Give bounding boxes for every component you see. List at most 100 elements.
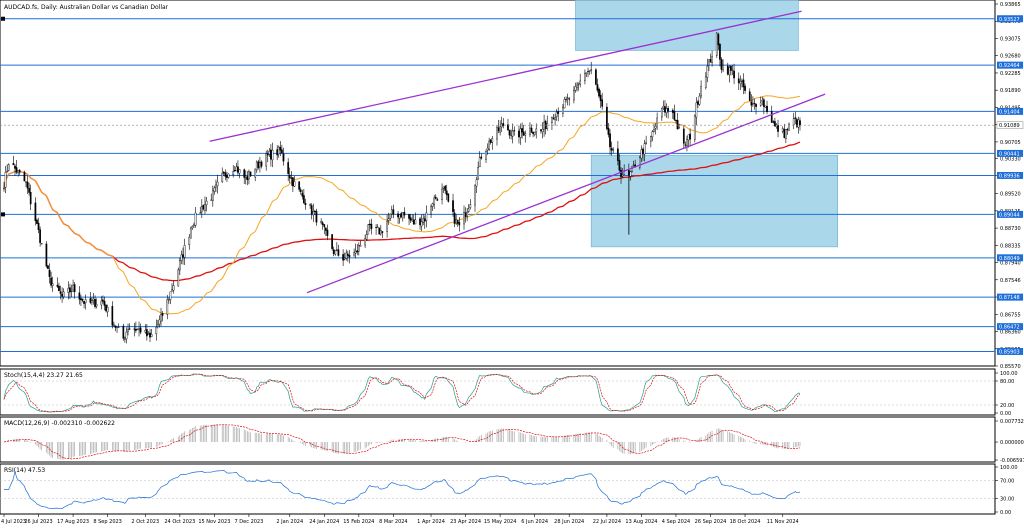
candle-body	[139, 327, 142, 333]
macd-pane[interactable]: MACD(12,26,9) -0.002310 -0.002622	[0, 416, 996, 463]
candle-body	[356, 250, 359, 253]
candle-body	[386, 221, 388, 232]
candle-body	[389, 213, 392, 219]
candle-body	[764, 105, 767, 108]
candle-body	[555, 111, 558, 117]
candle-body	[464, 212, 467, 217]
candle-body	[766, 105, 768, 112]
candle-body	[414, 219, 417, 225]
candle-body	[656, 117, 658, 126]
rsi-axis-label: 30.00	[1000, 497, 1014, 503]
price-axis-label: 0.92680	[1000, 54, 1021, 60]
candle-body	[565, 99, 567, 101]
trading-chart-window[interactable]: AUDCAD.fs, Daily: Australian Dollar vs C…	[0, 0, 1024, 526]
candle-body	[645, 142, 647, 144]
candle-body	[489, 139, 492, 143]
candle-body	[160, 314, 162, 322]
price-level-tag-label: 0.88049	[999, 256, 1020, 262]
candle-body	[34, 202, 37, 221]
candle-body	[629, 171, 632, 177]
candle-body	[4, 172, 7, 188]
candle-body	[279, 146, 282, 151]
candle-body	[17, 170, 19, 174]
candle-body	[392, 209, 395, 215]
candle-body	[281, 149, 283, 154]
price-axis-label: 0.90705	[1000, 140, 1021, 146]
candle-body	[171, 289, 173, 292]
candle-body	[748, 91, 751, 101]
candle-body	[763, 99, 765, 107]
candle-body	[45, 243, 48, 267]
candle-body	[651, 131, 654, 137]
candle-body	[511, 130, 514, 137]
candle-body	[466, 211, 469, 217]
stochastic-pane[interactable]: Stoch(15,4,4) 23.27 21.65	[0, 368, 996, 416]
candle-body	[122, 325, 125, 339]
candle-body	[667, 108, 669, 112]
candle-body	[354, 250, 357, 254]
candle-body	[612, 149, 615, 151]
candle-body	[62, 291, 65, 297]
candle-body	[150, 334, 153, 337]
candle-body	[301, 192, 304, 197]
candle-body	[709, 59, 712, 63]
candle-body	[785, 129, 787, 139]
date-axis-label: 6 Jun 2024	[521, 519, 548, 525]
candle-body	[169, 291, 172, 300]
candle-body	[486, 147, 489, 151]
candle-body	[161, 313, 164, 316]
price-pane[interactable]: AUDCAD.fs, Daily: Australian Dollar vs C…	[0, 0, 996, 367]
candle-body	[367, 224, 370, 235]
candle-body	[78, 292, 81, 300]
candle-body	[502, 123, 505, 126]
candle-body	[378, 227, 381, 235]
date-axis-label: 23 Apr 2024	[450, 519, 481, 525]
candle-body	[18, 169, 21, 173]
candle-body	[365, 234, 368, 240]
candle-body	[293, 181, 296, 187]
candle-body	[783, 128, 786, 138]
candle-body	[576, 84, 578, 88]
candle-body	[59, 291, 62, 294]
candle-body	[491, 137, 494, 143]
candle-body	[693, 115, 696, 140]
candle-body	[398, 214, 401, 219]
candle-body	[422, 218, 425, 223]
candle-body	[739, 80, 742, 84]
price-level-tag-label: 0.85903	[999, 349, 1020, 355]
candle-body	[588, 70, 591, 72]
date-axis-label: 15 May 2024	[484, 519, 517, 525]
rsi-title: RSI(14) 47.53	[4, 467, 45, 474]
candle-body	[469, 204, 472, 209]
chart-canvas[interactable]: AUDCAD.fs, Daily: Australian Dollar vs C…	[0, 0, 1024, 526]
candle-body	[348, 254, 351, 258]
candle-body	[599, 94, 602, 101]
candle-body	[434, 196, 437, 199]
candle-body	[14, 165, 16, 169]
candle-body	[463, 211, 465, 225]
date-axis-label: 4 Jul 2023	[1, 519, 26, 525]
candle-body	[643, 143, 646, 155]
candle-body	[314, 210, 316, 212]
candle-body	[574, 86, 577, 91]
candle-body	[390, 209, 393, 215]
price-axis-label: 0.93865	[1000, 2, 1021, 8]
candle-body	[290, 177, 293, 179]
candle-body	[444, 185, 447, 191]
candle-body	[497, 127, 500, 132]
candle-body	[708, 59, 710, 66]
candle-body	[37, 222, 40, 230]
candle-body	[675, 120, 677, 122]
candle-body	[61, 293, 63, 297]
candle-body	[387, 218, 390, 221]
candle-body	[287, 162, 290, 174]
candle-body	[442, 186, 445, 189]
candle-body	[157, 324, 159, 327]
candle-body	[400, 213, 403, 218]
candle-body	[149, 332, 151, 338]
candle-body	[423, 218, 426, 222]
candle-body	[521, 128, 523, 133]
candle-body	[799, 120, 801, 126]
candle-body	[697, 101, 699, 105]
rsi-pane[interactable]: RSI(14) 47.53	[0, 463, 996, 515]
